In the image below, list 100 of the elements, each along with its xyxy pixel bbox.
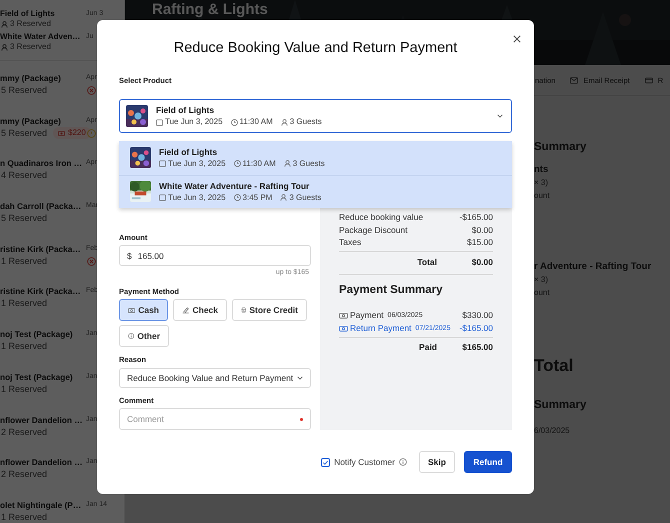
person-icon bbox=[1, 44, 8, 50]
product-date: Tue Jun 3, 2025 bbox=[168, 192, 226, 203]
summary-value: $0.00 bbox=[472, 224, 493, 236]
booking-name[interactable]: ristine Kirk (Packa… bbox=[0, 285, 85, 298]
summary-text: ount bbox=[534, 286, 551, 298]
summary-text: × 3) bbox=[534, 177, 550, 189]
info-icon bbox=[399, 458, 407, 466]
summary-text: r Adventure - Rafting Tour bbox=[534, 260, 652, 272]
booking-name[interactable]: dah Carroll (Packa… bbox=[0, 200, 85, 212]
guest-count: 3 Guests bbox=[292, 158, 325, 169]
summary-text: × 3) bbox=[534, 274, 550, 286]
card-icon bbox=[644, 76, 653, 84]
summary-text: Summary bbox=[534, 398, 588, 412]
person-icon bbox=[1, 20, 8, 28]
reserved-count: 1 Reserved bbox=[1, 382, 48, 396]
total-value: $0.00 bbox=[470, 256, 493, 268]
chevron-down-icon bbox=[297, 376, 303, 380]
paid-label: Paid bbox=[419, 340, 437, 352]
clock-icon bbox=[234, 194, 241, 202]
summary-text: Summary bbox=[534, 140, 588, 154]
product-time: 11:30 AM bbox=[242, 158, 276, 169]
skip-button[interactable]: Skip bbox=[419, 451, 455, 473]
summary-label: Taxes bbox=[339, 236, 362, 248]
reason-select[interactable]: Reduce Booking Value and Return Payment bbox=[119, 368, 311, 388]
guest-count: 3 Guests bbox=[290, 117, 322, 127]
booking-name[interactable]: noj Test (Package) bbox=[0, 328, 85, 340]
booking-name[interactable]: mmy (Package) bbox=[0, 72, 85, 84]
mail-icon bbox=[570, 76, 578, 84]
product-date: Tue Jun 3, 2025 bbox=[168, 158, 226, 169]
payment-method-button[interactable]: Store Credit bbox=[232, 299, 307, 321]
payment-amount: $330.00 bbox=[462, 308, 493, 322]
booking-name[interactable]: White Water Adven… bbox=[0, 32, 85, 42]
summary-value: $15.00 bbox=[467, 236, 493, 248]
product-name: Field of Lights bbox=[156, 105, 216, 115]
total-label: Total bbox=[417, 256, 437, 268]
product-option[interactable]: Field of Lights Tue Jun 3, 2025 11:30 AM 3 Guests bbox=[119, 141, 512, 174]
cash-icon bbox=[128, 306, 136, 314]
payment-method-button[interactable]: Check bbox=[173, 299, 227, 321]
product-select[interactable]: Field of Lights Tue Jun 3, 2025 11:30 AM 3 Guests bbox=[119, 99, 512, 133]
reserved-count: 2 Reserved bbox=[1, 426, 48, 438]
reserved-count: 5 Reserved bbox=[1, 126, 48, 140]
payment-method-button[interactable]: Cash bbox=[119, 299, 168, 321]
summary-label: Reduce booking value bbox=[339, 211, 424, 224]
booking-name[interactable]: nflower Dandelion … bbox=[0, 414, 85, 426]
booking-name[interactable]: Field of Lights bbox=[0, 9, 85, 19]
calendar-icon bbox=[159, 160, 166, 168]
summary-text: nts bbox=[534, 164, 550, 176]
person-icon bbox=[284, 160, 291, 168]
payment-method-button[interactable]: Other bbox=[119, 325, 169, 347]
payment-summary-title: Payment Summary bbox=[339, 282, 444, 296]
comment-field[interactable]: Comment bbox=[119, 408, 311, 430]
payment-amount: -$165.00 bbox=[459, 322, 493, 334]
clock-icon bbox=[230, 118, 238, 126]
reserved-count: 4 Reserved bbox=[1, 169, 48, 182]
booking-name[interactable]: olet Nightingale (P… bbox=[0, 498, 85, 511]
product-name: Field of Lights bbox=[159, 146, 218, 157]
booking-name[interactable]: nflower Dandelion … bbox=[0, 456, 85, 468]
chevron-down-icon bbox=[497, 114, 503, 118]
pen-icon bbox=[182, 306, 190, 314]
summary-text: 6/03/2025 bbox=[534, 425, 571, 437]
reserved-count: 1 Reserved bbox=[1, 254, 48, 268]
cash-icon bbox=[339, 324, 348, 332]
product-time: 11:30 AM bbox=[240, 117, 273, 127]
guest-count: 3 Guests bbox=[289, 192, 322, 203]
dialog-title: Reduce Booking Value and Return Payment bbox=[172, 40, 458, 57]
booking-name[interactable]: noj Test (Package) bbox=[0, 370, 85, 383]
notify-label: Notify Customer bbox=[334, 457, 395, 467]
person-icon bbox=[280, 118, 288, 126]
cash-icon bbox=[339, 312, 348, 318]
info-icon bbox=[128, 332, 134, 340]
person-icon bbox=[280, 194, 288, 202]
booking-name[interactable]: ristine Kirk (Packa… bbox=[0, 242, 85, 255]
reserved-count: 1 Reserved bbox=[1, 297, 48, 310]
summary-text: Total bbox=[534, 356, 574, 376]
booking-name[interactable]: n Quadinaros Iron … bbox=[0, 157, 85, 170]
reserved-count: 5 Reserved bbox=[1, 212, 48, 226]
notify-checkbox[interactable] bbox=[321, 458, 330, 466]
calendar-icon bbox=[156, 118, 163, 126]
reserved-count: 3 Reserved bbox=[10, 42, 51, 52]
store-icon bbox=[241, 306, 246, 314]
product-date: Tue Jun 3, 2025 bbox=[165, 117, 223, 127]
amount-due-badge: $220 bbox=[53, 127, 91, 140]
reserved-count: 1 Reserved bbox=[1, 340, 48, 354]
reserved-count: 2 Reserved bbox=[1, 468, 48, 482]
summary-text: ount bbox=[534, 190, 551, 202]
refund-button[interactable]: Refund bbox=[464, 451, 512, 473]
paid-value: $165.00 bbox=[461, 340, 493, 352]
calendar-icon bbox=[159, 194, 166, 202]
reserved-count: 1 Reserved bbox=[1, 510, 48, 523]
close-icon[interactable] bbox=[513, 35, 521, 43]
booking-title: Rafting & Lights bbox=[152, 1, 268, 19]
refund-link[interactable]: Return Payment bbox=[350, 322, 412, 334]
clock-icon bbox=[234, 160, 241, 168]
reserved-count: 5 Reserved bbox=[1, 84, 48, 97]
payment-label: Payment bbox=[350, 308, 384, 322]
amount-field[interactable]: $ 165.00 bbox=[119, 245, 311, 266]
summary-label: Package Discount bbox=[339, 224, 408, 236]
product-name: White Water Adventure - Rafting Tour bbox=[159, 180, 310, 191]
product-time: 3:45 PM bbox=[242, 192, 272, 203]
booking-name[interactable]: mmy (Package) bbox=[0, 114, 85, 127]
